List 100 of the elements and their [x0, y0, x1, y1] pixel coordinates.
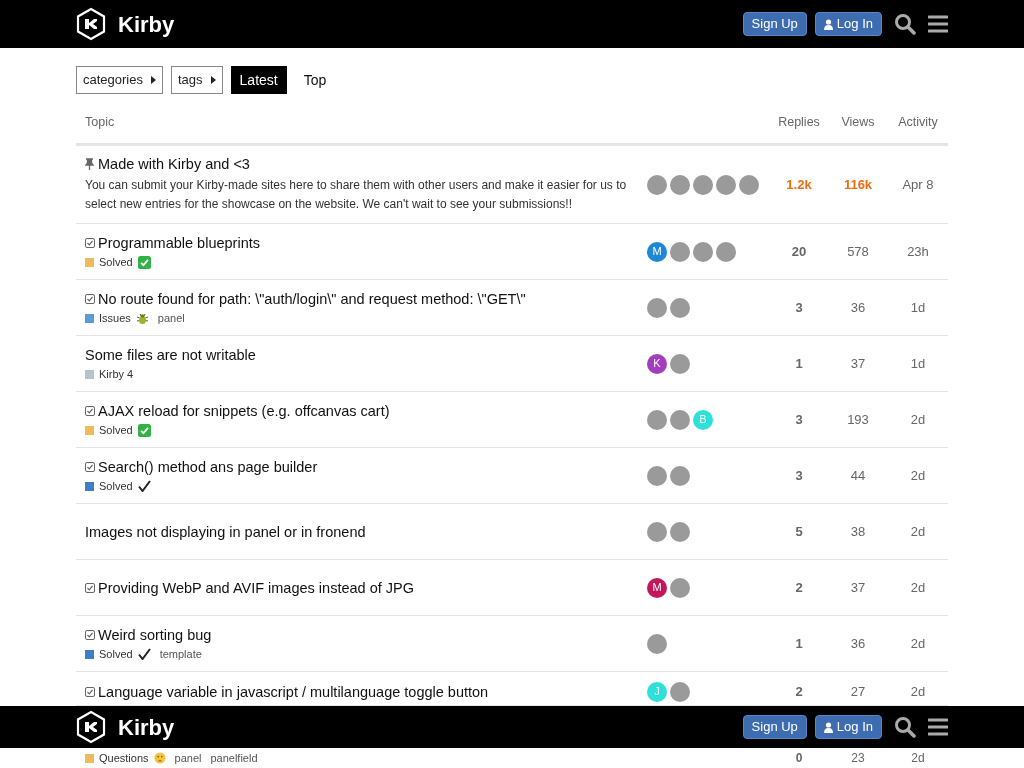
caret-icon: [210, 76, 216, 84]
activity-time[interactable]: 2d: [888, 409, 948, 430]
sign-up-button[interactable]: Sign Up: [742, 715, 807, 739]
views-count: 578: [846, 242, 870, 261]
avatar[interactable]: M: [647, 241, 667, 262]
category-link[interactable]: Solved: [99, 647, 133, 661]
checkbox-icon: [85, 238, 95, 248]
category-link[interactable]: Solved: [99, 423, 133, 437]
topic-excerpt: You can submit your Kirby-made sites here to share them with other users and make it easier for us to select new entries for the showcase on the website. We can't wait to see your submissions!!: [85, 177, 628, 213]
replies-count: 1.2k: [785, 175, 813, 194]
avatar[interactable]: [647, 633, 667, 654]
replies-count: 20: [790, 242, 808, 261]
replies-count: 1: [794, 354, 804, 373]
topic-title[interactable]: Made with Kirby and <3: [98, 155, 250, 173]
checkbox-icon: [85, 582, 95, 593]
activity-time[interactable]: 23h: [888, 241, 948, 262]
logo-icon: [76, 710, 106, 744]
avatar[interactable]: [693, 174, 713, 195]
activity-time[interactable]: 2d: [888, 577, 948, 598]
avatar[interactable]: [647, 297, 667, 318]
topic-tag[interactable]: panelfield: [210, 751, 258, 765]
avatar[interactable]: [670, 353, 690, 374]
views-count: 36: [849, 298, 867, 317]
activity-time[interactable]: Apr 8: [888, 174, 948, 195]
topic-title[interactable]: AJAX reload for snippets (e.g. offcanvas cart): [98, 402, 390, 420]
avatar[interactable]: [670, 465, 690, 486]
topic-title[interactable]: Images not displaying in panel or in fronend: [85, 522, 366, 541]
caret-icon: [151, 76, 156, 84]
replies-count: 3: [794, 410, 804, 429]
topic-title[interactable]: Language variable in javascript / multilanguage toggle button: [98, 682, 489, 701]
avatar[interactable]: [693, 241, 713, 262]
nav-tab[interactable]: Top: [294, 66, 336, 94]
avatar[interactable]: [647, 174, 667, 195]
avatar[interactable]: [647, 521, 667, 542]
replies-count: 0: [794, 751, 804, 765]
avatar[interactable]: [670, 577, 690, 598]
log-in-button[interactable]: Log In: [814, 12, 882, 36]
views-count: 193: [846, 410, 870, 429]
checkbox-icon: [85, 630, 95, 640]
checkbox-icon: [85, 294, 95, 304]
views-count: 23: [850, 751, 866, 765]
activity-time[interactable]: 1d: [888, 297, 948, 318]
sign-up-button[interactable]: Sign Up: [742, 12, 807, 36]
category-link[interactable]: Questions: [99, 751, 149, 765]
activity-time[interactable]: 2d: [888, 751, 948, 765]
avatar[interactable]: K: [647, 353, 667, 374]
topic-tag[interactable]: template: [159, 647, 202, 661]
replies-count: 3: [794, 298, 804, 317]
user-icon: [823, 18, 833, 30]
avatar[interactable]: [670, 409, 690, 430]
activity-time[interactable]: 2d: [888, 521, 948, 542]
category-link[interactable]: Kirby 4: [99, 367, 134, 381]
avatar[interactable]: [670, 174, 690, 195]
topic-tag[interactable]: panel: [157, 311, 185, 325]
replies-count: 5: [794, 522, 804, 541]
menu-icon[interactable]: [928, 718, 948, 736]
activity-time[interactable]: 2d: [888, 633, 948, 654]
avatar[interactable]: [670, 681, 690, 702]
topic-title[interactable]: Providing WebP and AVIF images instead of JPG: [98, 578, 414, 597]
replies-count: 3: [794, 466, 804, 485]
category-link[interactable]: Solved: [99, 255, 133, 269]
avatar[interactable]: [647, 465, 667, 486]
column-header[interactable]: Activity: [888, 113, 948, 132]
topic-title[interactable]: No route found for path: \"auth/login\" and request method: \"GET\": [98, 290, 526, 308]
avatar[interactable]: [739, 174, 759, 195]
checkbox-icon: [85, 686, 95, 697]
topic-title[interactable]: Weird sorting bug: [98, 626, 212, 644]
thinking-face-icon: [153, 752, 166, 764]
avatar[interactable]: [716, 241, 736, 262]
activity-time[interactable]: 1d: [888, 353, 948, 374]
checkbox-icon: [85, 462, 95, 472]
topic-title[interactable]: Search() method ans page builder: [98, 458, 318, 476]
filter-dropdown[interactable]: categories: [76, 66, 163, 94]
avatar[interactable]: [670, 521, 690, 542]
activity-time[interactable]: 2d: [888, 465, 948, 486]
topic-title[interactable]: Some files are not writable: [85, 346, 256, 364]
log-in-button[interactable]: Log In: [814, 715, 882, 739]
site-title: Kirby: [118, 10, 175, 39]
column-header[interactable]: Views: [828, 113, 888, 132]
category-link[interactable]: Solved: [99, 479, 133, 493]
activity-time[interactable]: 2d: [888, 681, 948, 702]
avatar[interactable]: [716, 174, 736, 195]
replies-count: 1: [794, 634, 804, 653]
column-header[interactable]: Replies: [770, 113, 828, 132]
topic-tag[interactable]: panel: [174, 751, 202, 765]
topic-title[interactable]: Programmable blueprints: [98, 234, 260, 252]
avatar[interactable]: M: [647, 577, 667, 598]
category-link[interactable]: Issues: [99, 311, 131, 325]
search-icon[interactable]: [894, 13, 916, 35]
replies-count: 2: [794, 682, 804, 701]
check-mark-icon: [137, 480, 151, 492]
avatar[interactable]: [670, 241, 690, 262]
search-icon[interactable]: [894, 716, 916, 738]
avatar[interactable]: [647, 409, 667, 430]
menu-icon[interactable]: [928, 15, 948, 33]
nav-tab[interactable]: Latest: [230, 66, 287, 94]
column-header: Topic: [84, 114, 116, 132]
views-count: 36: [849, 634, 867, 653]
filter-dropdown[interactable]: tags: [171, 66, 223, 94]
avatar[interactable]: [670, 297, 690, 318]
